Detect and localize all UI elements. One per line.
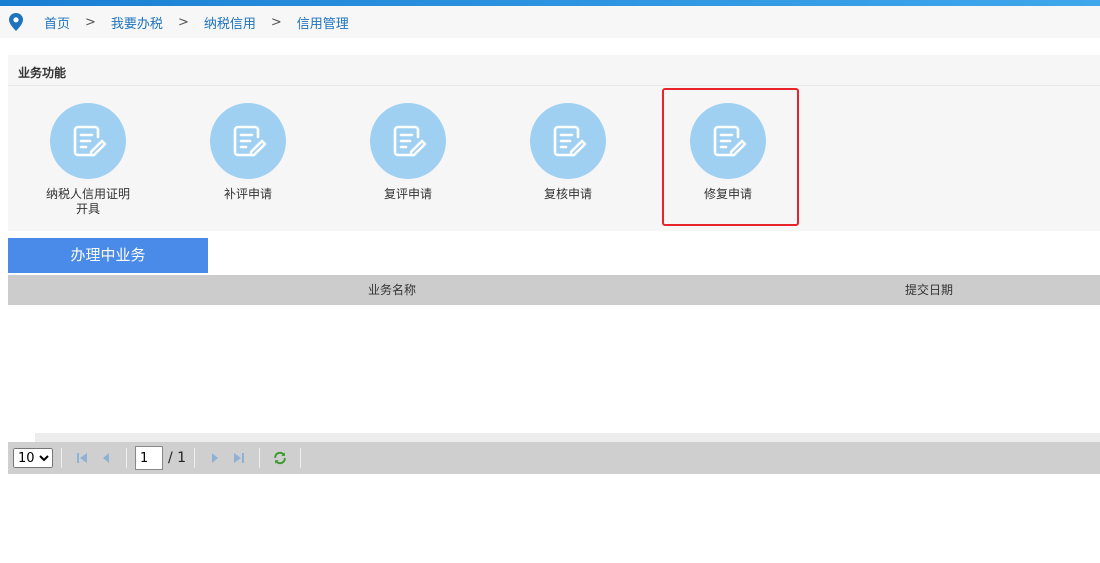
location-pin-icon xyxy=(9,13,23,31)
breadcrumb: 首页 > 我要办税 > 纳税信用 > 信用管理 xyxy=(0,6,1100,38)
function-label: 补评申请 xyxy=(223,187,272,201)
function-label: 复评申请 xyxy=(383,187,432,201)
breadcrumb-separator: > xyxy=(270,14,282,30)
breadcrumb-separator: > xyxy=(177,14,189,30)
panel-title: 业务功能 xyxy=(8,55,1100,86)
function-supplementary-evaluation[interactable]: 补评申请 xyxy=(193,103,303,202)
breadcrumb-tax-services[interactable]: 我要办税 xyxy=(111,13,163,32)
column-header-business-name: 业务名称 xyxy=(368,283,417,297)
pager-divider xyxy=(61,448,62,468)
next-page-icon[interactable] xyxy=(208,451,222,465)
breadcrumb-home[interactable]: 首页 xyxy=(44,13,70,32)
previous-page-icon[interactable] xyxy=(99,451,113,465)
document-edit-icon xyxy=(210,103,286,179)
document-edit-icon xyxy=(50,103,126,179)
function-label: 修复申请 xyxy=(703,187,752,201)
function-review[interactable]: 复核申请 xyxy=(513,103,623,202)
table-header: 业务名称 提交日期 xyxy=(8,275,1100,305)
table-body xyxy=(8,305,1100,433)
function-credit-repair[interactable]: 修复申请 xyxy=(673,103,783,202)
document-edit-icon xyxy=(530,103,606,179)
business-functions-panel: 业务功能 纳税人信用证明开具 补评申请 复评申请 复核申请 修复申请 xyxy=(8,55,1100,231)
pager-divider xyxy=(194,448,196,468)
first-page-icon[interactable] xyxy=(75,451,89,465)
pager-divider xyxy=(259,448,261,468)
function-credit-certificate[interactable]: 纳税人信用证明开具 xyxy=(33,103,143,217)
horizontal-scrollbar[interactable] xyxy=(35,433,1100,442)
breadcrumb-separator: > xyxy=(85,14,96,30)
column-header-submit-date: 提交日期 xyxy=(905,283,954,297)
tab-in-progress[interactable]: 办理中业务 xyxy=(8,238,208,273)
document-edit-icon xyxy=(690,103,766,179)
total-pages: / 1 xyxy=(168,450,187,466)
breadcrumb-tax-credit[interactable]: 纳税信用 xyxy=(204,13,256,32)
function-label: 纳税人信用证明开具 xyxy=(45,187,130,216)
document-edit-icon xyxy=(370,103,446,179)
pager-divider xyxy=(126,448,127,468)
function-re-evaluation[interactable]: 复评申请 xyxy=(353,103,463,202)
breadcrumb-credit-management[interactable]: 信用管理 xyxy=(297,13,349,32)
pagination-bar: 10 / 1 xyxy=(8,442,1100,474)
function-label: 复核申请 xyxy=(543,187,592,201)
last-page-icon[interactable] xyxy=(232,451,246,465)
refresh-icon[interactable] xyxy=(273,451,287,465)
current-page-input[interactable] xyxy=(135,446,163,470)
page-size-select[interactable]: 10 xyxy=(13,448,53,468)
pager-divider xyxy=(300,448,302,468)
